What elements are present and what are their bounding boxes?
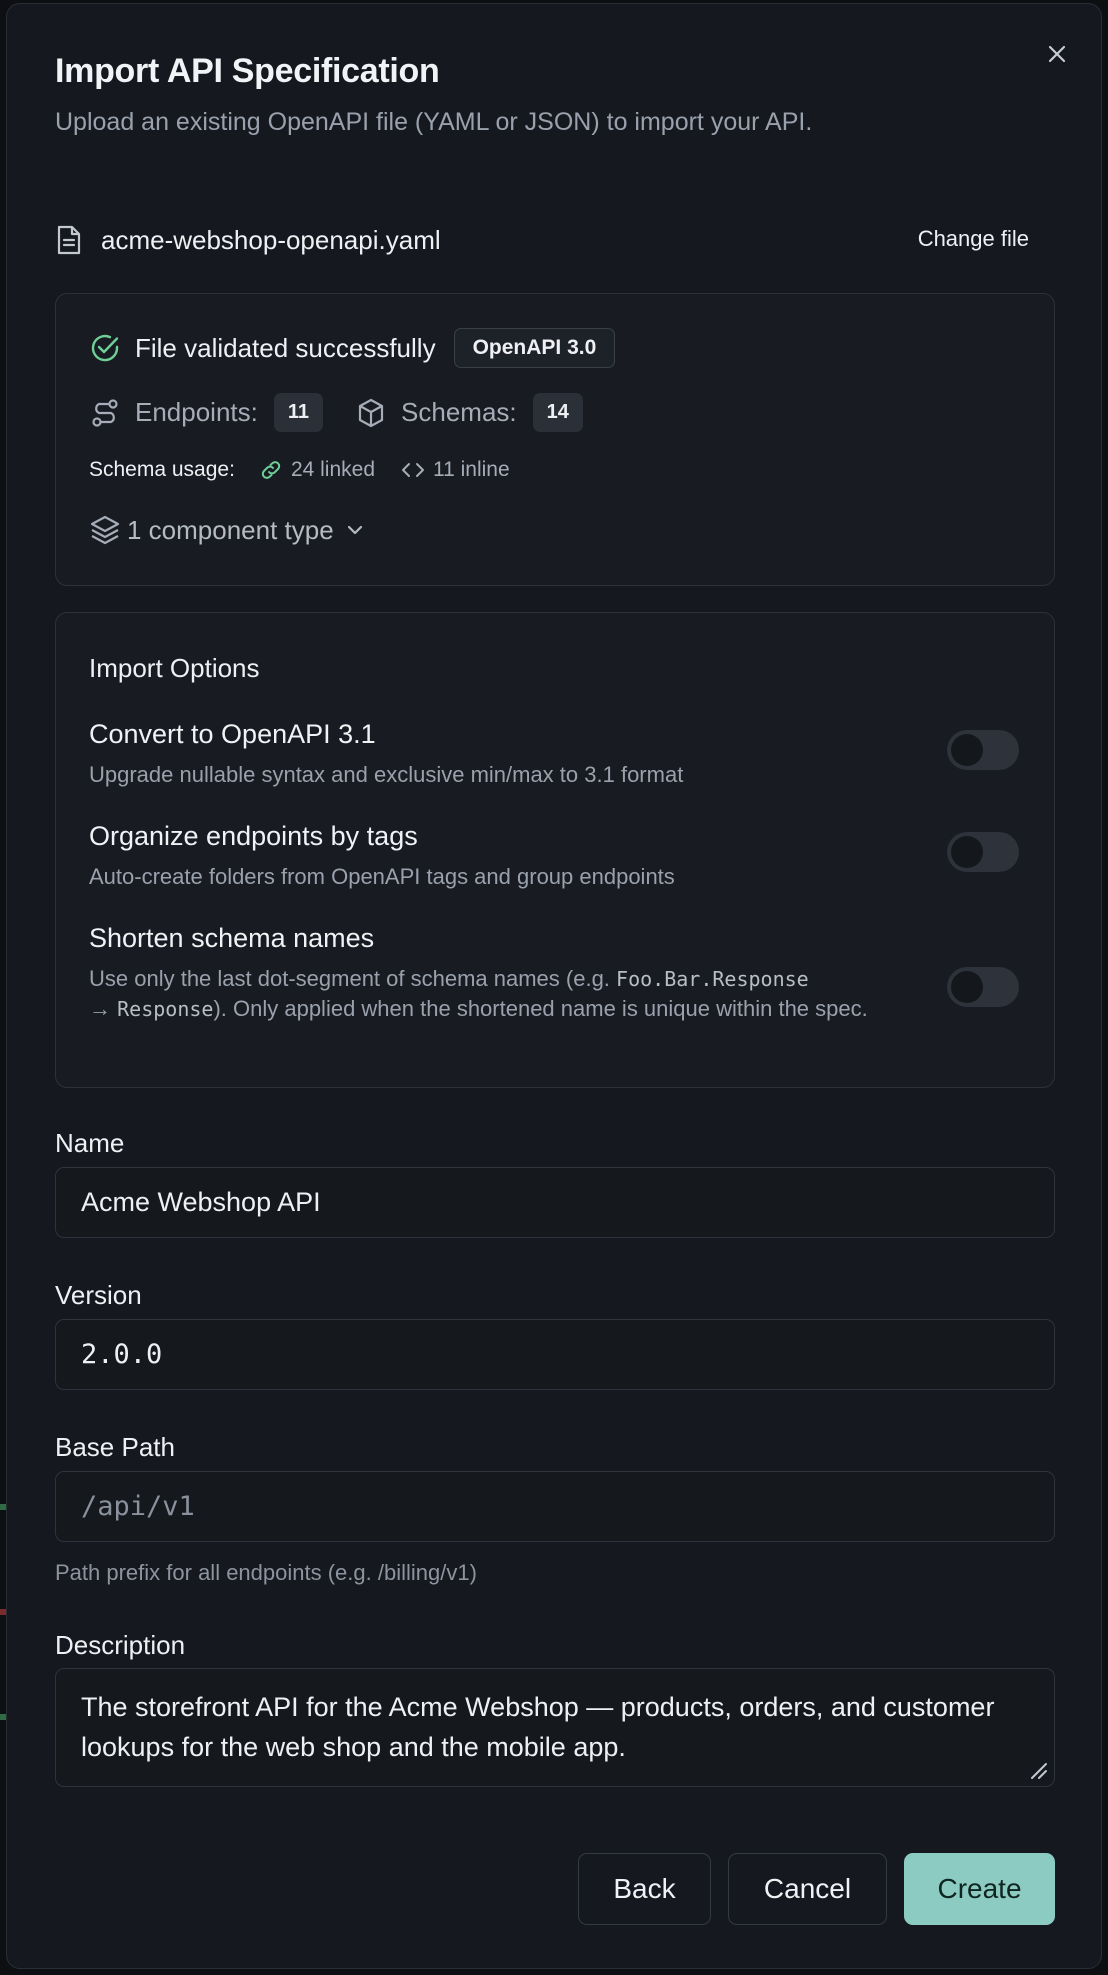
description-text: The storefront API for the Acme Webshop … xyxy=(81,1692,995,1722)
version-input[interactable]: 2.0.0 xyxy=(55,1319,1055,1390)
check-circle-icon xyxy=(91,334,119,362)
desc-arrow: → xyxy=(89,996,118,1021)
organize-tags-toggle[interactable] xyxy=(947,832,1019,872)
close-icon xyxy=(1048,45,1066,63)
version-label: Version xyxy=(55,1280,142,1310)
toggle-knob xyxy=(951,734,983,766)
desc-text: ). Only applied when the shortened name … xyxy=(213,996,868,1021)
toggle-knob xyxy=(951,971,983,1003)
chevron-down-icon xyxy=(347,525,362,535)
resize-handle-icon[interactable] xyxy=(1026,1758,1048,1780)
inline-count: 11 inline xyxy=(433,458,510,481)
base-path-input[interactable]: /api/v1 xyxy=(55,1471,1055,1542)
change-file-button[interactable]: Change file xyxy=(912,222,1035,256)
base-path-label: Base Path xyxy=(55,1432,175,1462)
schemas-count: 14 xyxy=(532,393,583,432)
option-description: Use only the last dot-segment of schema … xyxy=(89,964,919,1024)
schema-usage-label: Schema usage: xyxy=(89,458,235,481)
description-text: lookups for the web shop and the mobile … xyxy=(81,1732,626,1762)
option-label: Shorten schema names xyxy=(89,923,375,953)
dialog-title: Import API Specification xyxy=(55,52,440,90)
convert-31-toggle[interactable] xyxy=(947,730,1019,770)
component-types-label: 1 component type xyxy=(127,514,334,545)
close-button[interactable] xyxy=(1041,38,1073,70)
schemas-label: Schemas: xyxy=(401,397,517,427)
name-input[interactable]: Acme Webshop API xyxy=(55,1167,1055,1238)
route-icon xyxy=(92,398,118,427)
file-icon xyxy=(57,225,81,255)
box-icon xyxy=(358,398,384,427)
selected-file-row: acme-webshop-openapi.yaml Change file xyxy=(55,220,1055,260)
option-description: Upgrade nullable syntax and exclusive mi… xyxy=(89,762,684,787)
toggle-knob xyxy=(951,836,983,868)
description-textarea[interactable]: The storefront API for the Acme Webshop … xyxy=(55,1668,1055,1787)
desc-code: Response xyxy=(117,997,214,1021)
linked-count: 24 linked xyxy=(290,458,375,481)
spec-version-badge: OpenAPI 3.0 xyxy=(453,328,616,368)
endpoints-label: Endpoints: xyxy=(135,397,258,427)
base-path-placeholder: /api/v1 xyxy=(81,1491,195,1522)
name-label: Name xyxy=(55,1128,125,1158)
link-icon xyxy=(261,461,281,479)
endpoints-count: 11 xyxy=(273,393,324,432)
desc-text: Use only the last dot-segment of schema … xyxy=(89,966,617,991)
shorten-names-toggle[interactable] xyxy=(947,967,1019,1007)
validation-status: File validated successfully xyxy=(135,332,436,363)
cancel-button[interactable]: Cancel xyxy=(728,1853,887,1925)
description-label: Description xyxy=(55,1630,186,1660)
option-label: Organize endpoints by tags xyxy=(89,821,418,851)
import-dialog: Import API Specification Upload an exist… xyxy=(6,3,1102,1969)
desc-code: Foo.Bar.Response xyxy=(616,967,809,991)
option-organize-tags: Organize endpoints by tags Auto-create f… xyxy=(89,821,1019,892)
component-types-toggle[interactable]: 1 component type xyxy=(89,514,366,546)
back-button[interactable]: Back xyxy=(578,1853,711,1925)
validation-card: File validated successfully OpenAPI 3.0 … xyxy=(55,293,1055,586)
file-name: acme-webshop-openapi.yaml xyxy=(101,224,441,255)
option-shorten-names: Shorten schema names Use only the last d… xyxy=(89,923,1019,1024)
option-description: Auto-create folders from OpenAPI tags an… xyxy=(89,864,675,889)
option-label: Convert to OpenAPI 3.1 xyxy=(89,719,376,749)
layers-icon xyxy=(90,515,120,545)
import-options-title: Import Options xyxy=(89,653,260,683)
code-icon xyxy=(402,463,424,477)
option-convert-31: Convert to OpenAPI 3.1 Upgrade nullable … xyxy=(89,719,1019,790)
create-button[interactable]: Create xyxy=(904,1853,1055,1925)
base-path-hint: Path prefix for all endpoints (e.g. /bil… xyxy=(55,1560,477,1585)
import-options-card: Import Options Convert to OpenAPI 3.1 Up… xyxy=(55,612,1055,1088)
dialog-subtitle: Upload an existing OpenAPI file (YAML or… xyxy=(55,108,813,136)
